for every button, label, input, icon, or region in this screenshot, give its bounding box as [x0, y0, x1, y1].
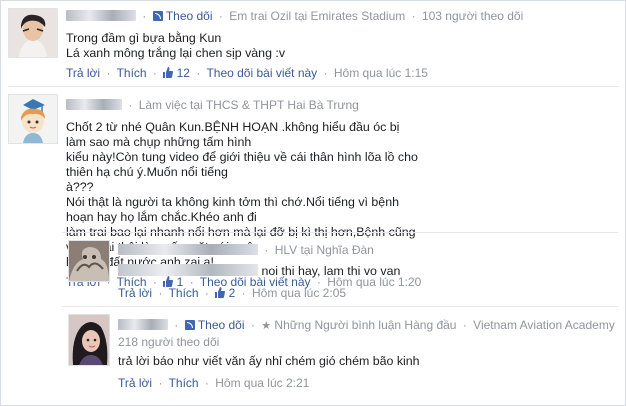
blurred-text: [118, 264, 258, 276]
follow-post-link[interactable]: Theo dõi bài viết này: [206, 66, 317, 80]
author-workplace: Vietnam Aviation Academy: [473, 318, 615, 332]
like-thumb-icon: [163, 67, 174, 78]
reply-text-content: noi thi hay, lam thi vo van: [261, 264, 401, 278]
reply-header: · HLV tại Nghĩa Đàn: [118, 242, 400, 258]
follow-link[interactable]: Theo dõi: [198, 318, 245, 332]
reply-link[interactable]: Trả lời: [118, 376, 152, 390]
author-name[interactable]: [118, 319, 168, 330]
reply-header: · Theo dõi · ★ Những Người bình luận Hàn…: [118, 317, 615, 334]
avatar[interactable]: [8, 94, 58, 144]
author-subtitle: HLV tại Nghĩa Đàn: [274, 243, 374, 257]
author-name[interactable]: [66, 10, 136, 21]
comment-line: Lá xanh mông trắng lại chen sịp vàng :v: [66, 46, 286, 60]
author-name[interactable]: [118, 244, 258, 255]
reply-link[interactable]: Trả lời: [66, 66, 100, 80]
divider: [62, 232, 618, 233]
timestamp[interactable]: Hôm qua lúc 1:15: [334, 66, 428, 80]
rss-follow-icon: [152, 11, 163, 21]
star-icon: ★: [261, 320, 272, 332]
rss-follow-icon: [184, 320, 195, 330]
comment-line: kiểu này!Còn tung video để giới thiệu về…: [66, 150, 418, 179]
comment-line: Nói thật là người ta không kinh tởm thì …: [66, 195, 399, 224]
like-thumb-icon: [215, 287, 226, 298]
divider: [8, 86, 618, 87]
author-subtitle: Làm việc tại THCS & THPT Hai Bà Trưng: [138, 98, 359, 112]
comment-header: · Theo dõi · Em trai Ozil tại Emirates S…: [66, 8, 523, 24]
avatar[interactable]: [68, 240, 110, 282]
like-link[interactable]: Thích: [117, 66, 147, 80]
reply-actions: Trả lời · Thích · Hôm qua lúc 2:21: [118, 376, 310, 390]
comment-header: · Làm việc tại THCS & THPT Hai Bà Trưng: [66, 97, 421, 113]
like-link[interactable]: Thích: [169, 286, 199, 300]
reply-actions: Trả lời · Thích · 2 · Hôm qua lúc 2:05: [118, 286, 347, 300]
timestamp[interactable]: Hôm qua lúc 2:21: [215, 376, 309, 390]
comment-line: Chốt 2 từ nhé Quân Kun.BỆNH HOẠN .không …: [66, 120, 400, 149]
author-subtitle: Em trai Ozil tại Emirates Stadium: [229, 9, 406, 23]
timestamp[interactable]: Hôm qua lúc 2:05: [252, 286, 346, 300]
comment-actions: Trả lời · Thích · 12 · Theo dõi bài viết…: [66, 66, 428, 80]
comment-text: Trong đầm gì bựa bằng Kun Lá xanh mông t…: [66, 31, 523, 61]
follower-count: 218 người theo dõi: [118, 335, 220, 349]
author-name[interactable]: [66, 99, 122, 110]
avatar[interactable]: [8, 8, 58, 58]
comment-line: Trong đầm gì bựa bằng Kun: [66, 31, 222, 45]
follower-count: 103 người theo dõi: [421, 9, 524, 23]
like-link[interactable]: Thích: [169, 376, 199, 390]
like-count[interactable]: 2: [229, 286, 236, 300]
reply-text: noi thi hay, lam thi vo van: [118, 264, 400, 279]
reply-text: trả lời báo như viết văn ấy nhỉ chém gió…: [118, 354, 420, 368]
divider: [62, 306, 618, 307]
follow-link[interactable]: Theo dõi: [166, 9, 213, 23]
like-count[interactable]: 12: [177, 66, 190, 80]
avatar[interactable]: [68, 314, 110, 366]
reply-link[interactable]: Trả lời: [118, 286, 152, 300]
comment-line: à???: [66, 180, 94, 194]
top-commenter-badge: Những Người bình luận Hàng đầu: [274, 318, 457, 332]
